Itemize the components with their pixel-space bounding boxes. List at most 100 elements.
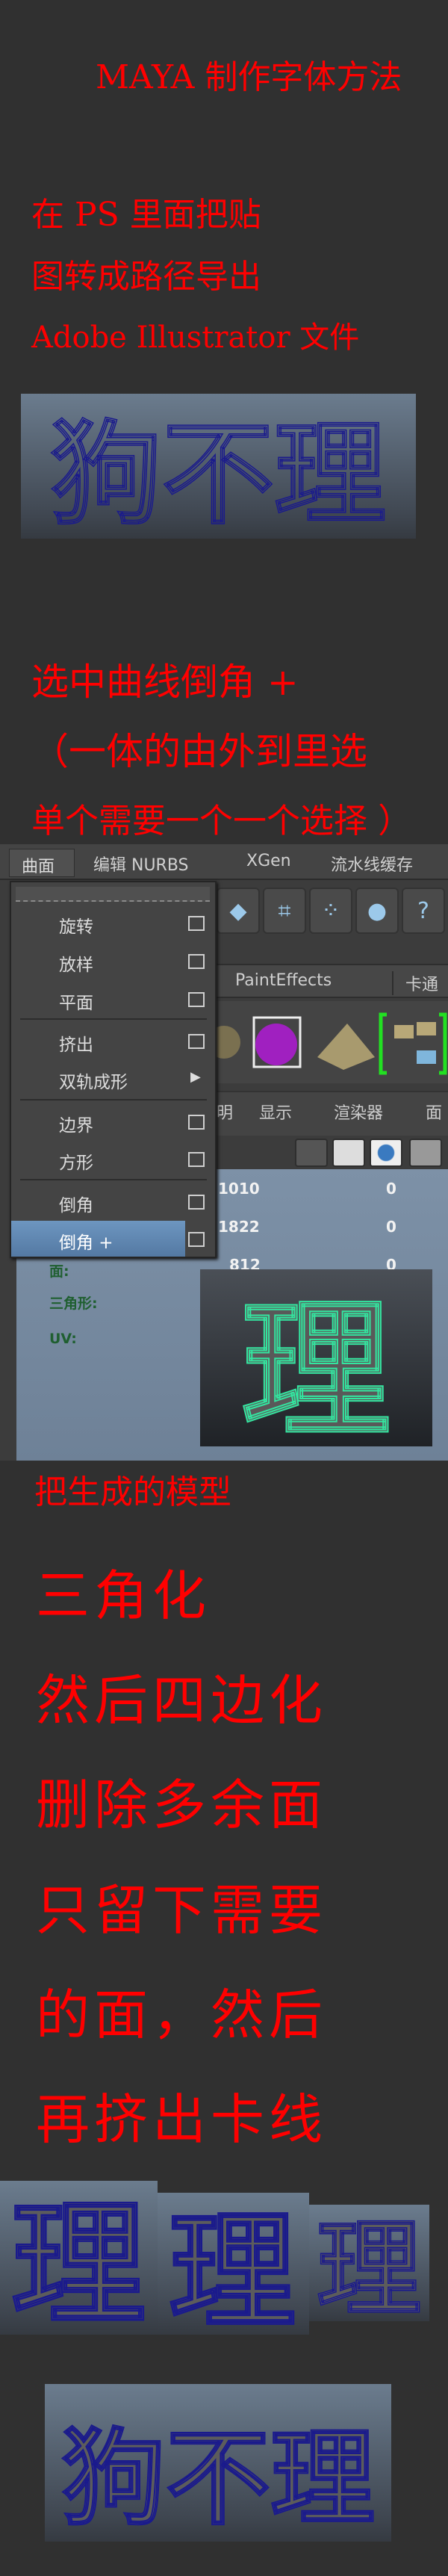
step2-line1: 选中曲线倒角 + (31, 660, 299, 704)
menu-item-label: 放样 (59, 956, 93, 975)
submenu-arrow-icon: ▶ (190, 1069, 201, 1085)
menu-item-label: 平面 (59, 994, 93, 1013)
step1-line3: Adobe Illustrator 文件 (31, 321, 360, 355)
menu-item-birail[interactable]: 双轨成形 ▶ (11, 1060, 215, 1096)
final-model-image: 狗不理 (45, 2384, 391, 2542)
option-box-icon[interactable] (188, 954, 205, 969)
menu-item-boundary[interactable]: 边界 (11, 1103, 215, 1139)
bevel-result-viewport: 理 (200, 1269, 432, 1459)
menu-item-label: 方形 (59, 1154, 93, 1173)
final-model-svg: 狗不理 (60, 2417, 376, 2541)
menu-item-label: 旋转 (59, 917, 93, 937)
final-model-text: 狗不理 (61, 2418, 375, 2540)
shelf-emitter-icon[interactable]: ● (355, 888, 399, 934)
step4-line5: 的面，然后 (36, 1984, 328, 2046)
menu-item-square[interactable]: 方形 (11, 1141, 215, 1177)
step4-line4: 只留下需要 (36, 1879, 328, 1942)
stat-value: 1010 (218, 1180, 260, 1198)
menu-item-label: 边界 (59, 1116, 93, 1136)
bevel-model-glyph: 理 (241, 1284, 391, 1446)
menu-item-loft[interactable]: 放样 (11, 943, 215, 979)
step1-line2: 图转成路径导出 (31, 258, 261, 296)
menu-item-label: 倒角 + (59, 1233, 113, 1253)
curve-outline-image: 狗不理 (21, 394, 416, 539)
menu-item-label: 双轨成形 (59, 1073, 128, 1092)
tab-toon[interactable]: 卡通 (392, 971, 438, 995)
model-svg: 理 (316, 2208, 422, 2321)
panel-menu-renderer[interactable]: 渲染器 (334, 1100, 383, 1124)
outline-text-svg: 狗不理 (49, 408, 387, 539)
menu-item-revolve[interactable]: 旋转 (11, 905, 215, 941)
panel-menu-panels[interactable]: 面 (426, 1100, 442, 1124)
menu-pipeline-cache[interactable]: 流水线缓存 (331, 852, 413, 876)
step4-line1: 三角化 (36, 1564, 211, 1627)
step4-line3: 删除多余面 (36, 1774, 328, 1836)
step2-line2: （一体的由外到里选 (31, 730, 367, 773)
option-box-icon[interactable] (188, 1034, 205, 1049)
menu-item-label: 倒角 (59, 1196, 93, 1216)
model-glyph: 理 (317, 2208, 421, 2321)
menu-surfaces[interactable]: 曲面 (9, 849, 75, 877)
textured-icon[interactable] (409, 1139, 442, 1167)
cut-faces-icon[interactable] (379, 1012, 447, 1075)
surfaces-dropdown-menu: 旋转 放样 平面 挤出 双轨成形 ▶ 边界 方形 倒角 倒角 + (10, 881, 217, 1258)
option-box-icon[interactable] (188, 916, 205, 931)
menu-item-bevel[interactable]: 倒角 (11, 1183, 215, 1219)
menu-separator (20, 1179, 207, 1180)
pyramid-icon[interactable] (317, 1024, 375, 1070)
option-box-icon[interactable] (188, 992, 205, 1007)
step2-line3: 单个需要一个一个选择 ） (31, 801, 412, 840)
shelf-tabs: PaintEffects 卡通 (217, 964, 448, 998)
menu-separator (20, 1099, 207, 1100)
menu-item-bevel-plus[interactable]: 倒角 + (11, 1221, 185, 1257)
menu-bar: 曲面 编辑 NURBS XGen 流水线缓存 (0, 844, 448, 880)
cube-sphere-icon[interactable] (252, 1016, 302, 1068)
tear-off-line[interactable] (16, 887, 210, 902)
option-box-icon[interactable] (188, 1195, 205, 1210)
maya-screenshot: 曲面 编辑 NURBS XGen 流水线缓存 ◆ ⌗ ⁘ ● ? PaintEf… (0, 844, 448, 1461)
option-box-icon[interactable] (188, 1152, 205, 1167)
panel-menu-lighting[interactable]: 明 (217, 1100, 233, 1124)
stat-label-uv: UV: (49, 1331, 77, 1347)
model-svg: 理 (10, 2185, 147, 2335)
model-glyph: 理 (11, 2186, 146, 2335)
outline-text: 狗不理 (50, 409, 386, 539)
wireframe-toggle-icon[interactable] (295, 1139, 328, 1167)
shelf-icons (208, 1001, 448, 1083)
stat-value: 0 (386, 1180, 396, 1198)
shelf-icons-svg (208, 1012, 447, 1075)
model-glyph: 理 (169, 2197, 296, 2335)
shelf-lattice-icon[interactable]: ⌗ (263, 888, 306, 934)
page-title: MAYA 制作字体方法 (96, 58, 402, 96)
smooth-shade-icon[interactable] (370, 1139, 402, 1167)
step3-line1: 把生成的模型 (34, 1473, 231, 1511)
film-gate-icon[interactable] (332, 1139, 365, 1167)
bevel-model-svg: 理 (240, 1284, 391, 1459)
shelf-particles-icon[interactable]: ⁘ (309, 888, 352, 934)
stat-label-triangles: 三角形: (49, 1295, 98, 1312)
menu-item-label: 挤出 (59, 1035, 93, 1055)
menu-separator (20, 1018, 207, 1020)
menu-edit-nurbs[interactable]: 编辑 NURBS (93, 852, 189, 876)
model-svg: 理 (168, 2196, 297, 2335)
step1-line1: 在 PS 里面把贴 (31, 196, 261, 234)
step4-line2: 然后四边化 (36, 1669, 328, 1732)
option-box-icon[interactable] (188, 1115, 205, 1130)
step4-line6: 再挤出卡线 (36, 2088, 328, 2151)
menu-xgen[interactable]: XGen (246, 852, 291, 870)
option-box-icon[interactable] (188, 1232, 205, 1247)
panel-menu-show[interactable]: 显示 (259, 1100, 292, 1124)
quadrangulated-model-image: 理 (158, 2193, 309, 2335)
stat-value: 1822 (218, 1218, 260, 1236)
cleaned-model-image: 理 (309, 2205, 429, 2321)
menu-item-planar[interactable]: 平面 (11, 981, 215, 1017)
shelf-plane-icon[interactable]: ◆ (217, 888, 260, 934)
sphere-icon[interactable] (208, 1026, 240, 1059)
menu-item-extrude[interactable]: 挤出 (11, 1023, 215, 1059)
tab-painteffects[interactable]: PaintEffects (235, 971, 332, 990)
stat-label-faces: 面: (49, 1263, 69, 1280)
panel-menu: 明 显示 渲染器 面 (217, 1091, 448, 1136)
shelf-help-icon[interactable]: ? (402, 888, 445, 934)
triangulated-model-image: 理 (0, 2181, 158, 2335)
stat-value: 0 (386, 1218, 396, 1236)
